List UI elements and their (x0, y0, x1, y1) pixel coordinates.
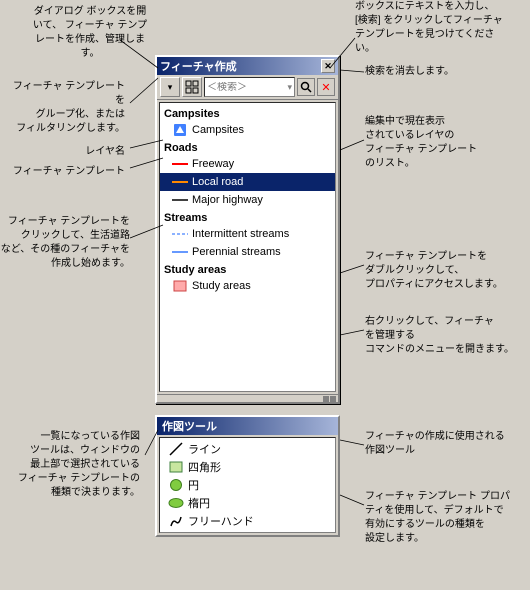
annotation-top-dialog: ダイアログ ボックスを開いて、 フィーチャ テンプレートを作成、管理します。 (30, 5, 150, 61)
clear-search-button[interactable]: ✕ (317, 78, 335, 96)
annotation-drawing-tools: フィーチャの作成に使用される作図ツール (365, 430, 520, 458)
line-icon (168, 442, 184, 456)
annotation-tool-list: 一覧になっている作図ツールは、ウィンドウの最上部で選択されているフィーチャ テン… (0, 430, 140, 500)
annotation-layer-list: 編集中で現在表示されているレイヤのフィーチャ テンプレートのリスト。 (365, 115, 520, 171)
toolbar-menu-button[interactable]: ▾ (160, 77, 180, 97)
campsites-item[interactable]: Campsites (160, 121, 335, 139)
search-input[interactable] (207, 82, 287, 93)
freehand-icon (168, 514, 184, 528)
rect-icon (168, 460, 184, 474)
localroad-icon (172, 176, 188, 188)
annotation-double-click: フィーチャ テンプレートをダブルクリックして、プロパティにアクセスします。 (365, 250, 520, 292)
rect-label: 四角形 (188, 459, 221, 475)
search-box: ▾ (204, 77, 295, 97)
majorhighway-icon (172, 194, 188, 206)
campsites-icon (172, 124, 188, 136)
ellipse-icon (168, 496, 184, 510)
dialog-title: フィーチャ作成 (160, 58, 237, 74)
circle-label: 円 (188, 477, 199, 493)
search-button[interactable] (297, 78, 315, 96)
annotation-clear-search: 検索を消去します。 (365, 65, 520, 79)
perennial-item[interactable]: Perennial streams (160, 243, 335, 261)
intermittent-icon (172, 228, 188, 240)
annotation-group: フィーチャ テンプレートをグループ化、またはフィルタリングします。 (5, 80, 125, 136)
intermittent-item[interactable]: Intermittent streams (160, 225, 335, 243)
campsites-group: Campsites (160, 105, 335, 121)
resize-handle[interactable] (323, 396, 336, 402)
annotation-top-search: ボックスにテキストを入力し、[検索] をクリックしてフィーチャテンプレートを見つ… (355, 0, 510, 56)
circle-tool[interactable]: 円 (160, 476, 335, 494)
majorhighway-item[interactable]: Major highway (160, 191, 335, 209)
annotation-click-template: フィーチャ テンプレートをクリックして、生活道路など、その種のフィーチャを作成し… (0, 215, 130, 271)
localroad-item[interactable]: Local road (160, 173, 335, 191)
layer-list: Campsites Campsites Roads Freeway (159, 102, 336, 392)
annotation-template-props: フィーチャ テンプレート プロパティを使用して、デフォルトで有効にするツールの種… (365, 490, 520, 546)
studyareas-group: Study areas (160, 261, 335, 277)
freeway-icon (172, 158, 188, 170)
annotation-layer-name: レイヤ名 (5, 145, 125, 159)
line-tool[interactable]: ライン (160, 440, 335, 458)
feature-create-dialog: フィーチャ作成 ✕ ▾ ▾ ✕ Campsites (155, 55, 340, 404)
ellipse-tool[interactable]: 楕円 (160, 494, 335, 512)
tools-list: ライン 四角形 円 (159, 437, 336, 533)
freeway-item[interactable]: Freeway (160, 155, 335, 173)
toolbar-organize-button[interactable] (182, 77, 202, 97)
studyareas-item[interactable]: Study areas (160, 277, 335, 295)
tools-title-text: 作図ツール (162, 418, 217, 434)
tools-panel-title: 作図ツール (157, 417, 338, 435)
drawing-tools-panel: 作図ツール ライン 四角形 (155, 415, 340, 537)
circle-icon (168, 478, 184, 492)
streams-group: Streams (160, 209, 335, 225)
freehand-tool[interactable]: フリーハンド (160, 512, 335, 530)
studyareas-icon (172, 280, 188, 292)
rect-tool[interactable]: 四角形 (160, 458, 335, 476)
dialog-titlebar: フィーチャ作成 ✕ (157, 57, 338, 75)
ellipse-label: 楕円 (188, 495, 210, 511)
annotation-right-click: 右クリックして、フィーチャを管理するコマンドのメニューを開きます。 (365, 315, 520, 357)
annotation-feature-template: フィーチャ テンプレート (5, 165, 125, 179)
freehand-label: フリーハンド (188, 513, 254, 529)
resize-bar (157, 394, 338, 402)
roads-group: Roads (160, 139, 335, 155)
perennial-icon (172, 246, 188, 258)
dialog-toolbar: ▾ ▾ ✕ (157, 75, 338, 100)
close-button[interactable]: ✕ (321, 59, 335, 73)
line-label: ライン (188, 441, 221, 457)
